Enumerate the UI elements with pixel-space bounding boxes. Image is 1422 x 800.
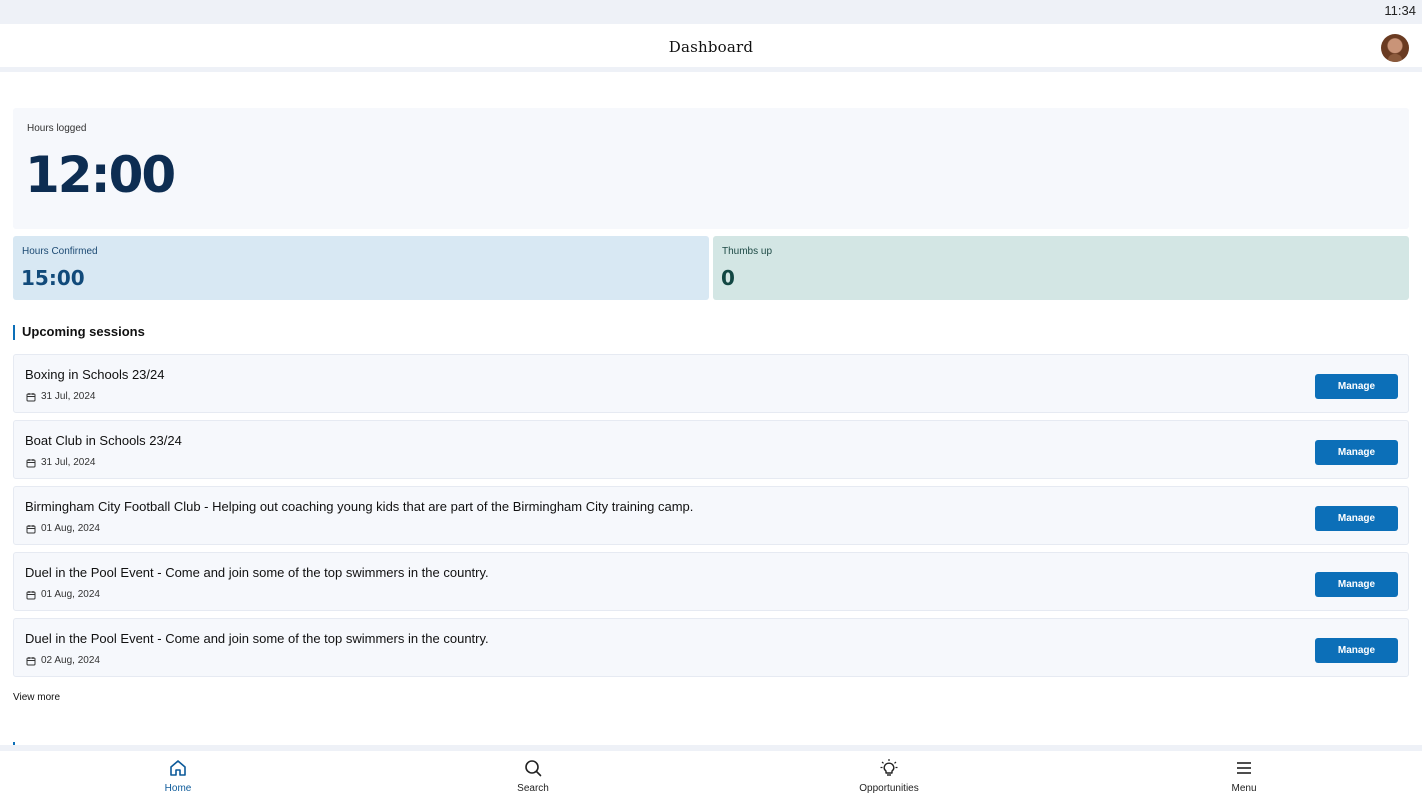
nav-home[interactable]: Home <box>118 751 238 800</box>
session-title: Boxing in Schools 23/24 <box>25 367 165 382</box>
hours-confirmed-value: 15:00 <box>21 266 85 290</box>
status-time: 11:34 <box>1384 3 1416 18</box>
session-title: Birmingham City Football Club - Helping … <box>25 499 694 514</box>
session-item: Boxing in Schools 23/24 31 Jul, 2024 Man… <box>13 354 1409 413</box>
nav-menu-label: Menu <box>1231 783 1257 794</box>
session-date: 02 Aug, 2024 <box>26 655 100 666</box>
app-header: Dashboard <box>0 24 1422 72</box>
menu-icon <box>1237 762 1251 774</box>
upcoming-sessions-title: Upcoming sessions <box>13 325 145 340</box>
manage-button[interactable]: Manage <box>1315 572 1398 597</box>
session-item: Birmingham City Football Club - Helping … <box>13 486 1409 545</box>
status-bar: 11:34 <box>0 0 1422 24</box>
nav-opportunities[interactable]: Opportunities <box>829 751 949 800</box>
manage-button[interactable]: Manage <box>1315 506 1398 531</box>
lightbulb-icon <box>880 759 898 776</box>
search-icon <box>525 760 542 777</box>
session-date-text: 01 Aug, 2024 <box>41 523 100 534</box>
calendar-icon <box>26 524 36 533</box>
nav-home-label: Home <box>164 783 192 794</box>
manage-button[interactable]: Manage <box>1315 440 1398 465</box>
thumbs-up-value: 0 <box>721 266 735 290</box>
session-title: Boat Club in Schools 23/24 <box>25 433 182 448</box>
thumbs-up-label: Thumbs up <box>722 246 773 257</box>
session-date: 31 Jul, 2024 <box>26 457 96 468</box>
session-date: 01 Aug, 2024 <box>26 523 100 534</box>
nav-search[interactable]: Search <box>473 751 593 800</box>
thumbs-up-card: Thumbs up 0 <box>713 236 1409 300</box>
manage-button[interactable]: Manage <box>1315 638 1398 663</box>
bottom-nav: Home Search Opportunities Menu <box>0 745 1422 800</box>
home-icon <box>170 760 186 776</box>
page-title: Dashboard <box>668 38 754 56</box>
session-item: Duel in the Pool Event - Come and join s… <box>13 552 1409 611</box>
manage-button[interactable]: Manage <box>1315 374 1398 399</box>
session-item: Boat Club in Schools 23/24 31 Jul, 2024 … <box>13 420 1409 479</box>
session-date-text: 31 Jul, 2024 <box>41 391 96 402</box>
view-more-link[interactable]: View more <box>13 692 60 703</box>
session-title: Duel in the Pool Event - Come and join s… <box>25 631 489 646</box>
hours-logged-card: Hours logged 12:00 <box>13 108 1409 229</box>
session-date-text: 31 Jul, 2024 <box>41 457 96 468</box>
hours-confirmed-card: Hours Confirmed 15:00 <box>13 236 709 300</box>
session-title: Duel in the Pool Event - Come and join s… <box>25 565 489 580</box>
nav-opportunities-label: Opportunities <box>859 783 919 794</box>
nav-search-label: Search <box>517 783 549 794</box>
session-date-text: 01 Aug, 2024 <box>41 589 100 600</box>
calendar-icon <box>26 590 36 599</box>
user-avatar[interactable] <box>1381 34 1409 62</box>
session-item: Duel in the Pool Event - Come and join s… <box>13 618 1409 677</box>
dashboard-content: Hours logged 12:00 Hours Confirmed 15:00… <box>0 77 1422 745</box>
hours-confirmed-label: Hours Confirmed <box>22 246 98 257</box>
session-date-text: 02 Aug, 2024 <box>41 655 100 666</box>
session-date: 31 Jul, 2024 <box>26 391 96 402</box>
hours-logged-value: 12:00 <box>25 146 176 204</box>
calendar-icon <box>26 458 36 467</box>
nav-menu[interactable]: Menu <box>1184 751 1304 800</box>
calendar-icon <box>26 392 36 401</box>
upcoming-sessions-list: Boxing in Schools 23/24 31 Jul, 2024 Man… <box>13 354 1409 684</box>
calendar-icon <box>26 656 36 665</box>
hours-logged-label: Hours logged <box>27 123 87 134</box>
session-date: 01 Aug, 2024 <box>26 589 100 600</box>
